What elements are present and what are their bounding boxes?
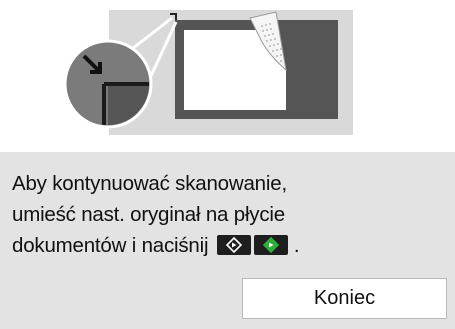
scan-continue-screen: Aby kontynuować skanowanie, umieść nast.… [0,0,455,329]
end-button[interactable]: Koniec [242,278,447,319]
message-line-3-text: dokumentów i naciśnij [12,234,209,257]
platen-illustration [0,0,455,145]
place-original-on-platen-icon [63,10,353,135]
black-start-button-icon [216,235,251,255]
message-period: . [293,234,300,257]
message-line-1: Aby kontynuować skanowanie, [12,172,287,195]
message-panel: Aby kontynuować skanowanie, umieść nast.… [0,152,455,329]
color-start-button-icon [253,235,288,255]
instruction-message: Aby kontynuować skanowanie, umieść nast.… [12,168,442,261]
message-line-2: umieść nast. oryginał na płycie [12,203,285,226]
message-line-3: dokumentów i naciśnij . [12,230,442,261]
